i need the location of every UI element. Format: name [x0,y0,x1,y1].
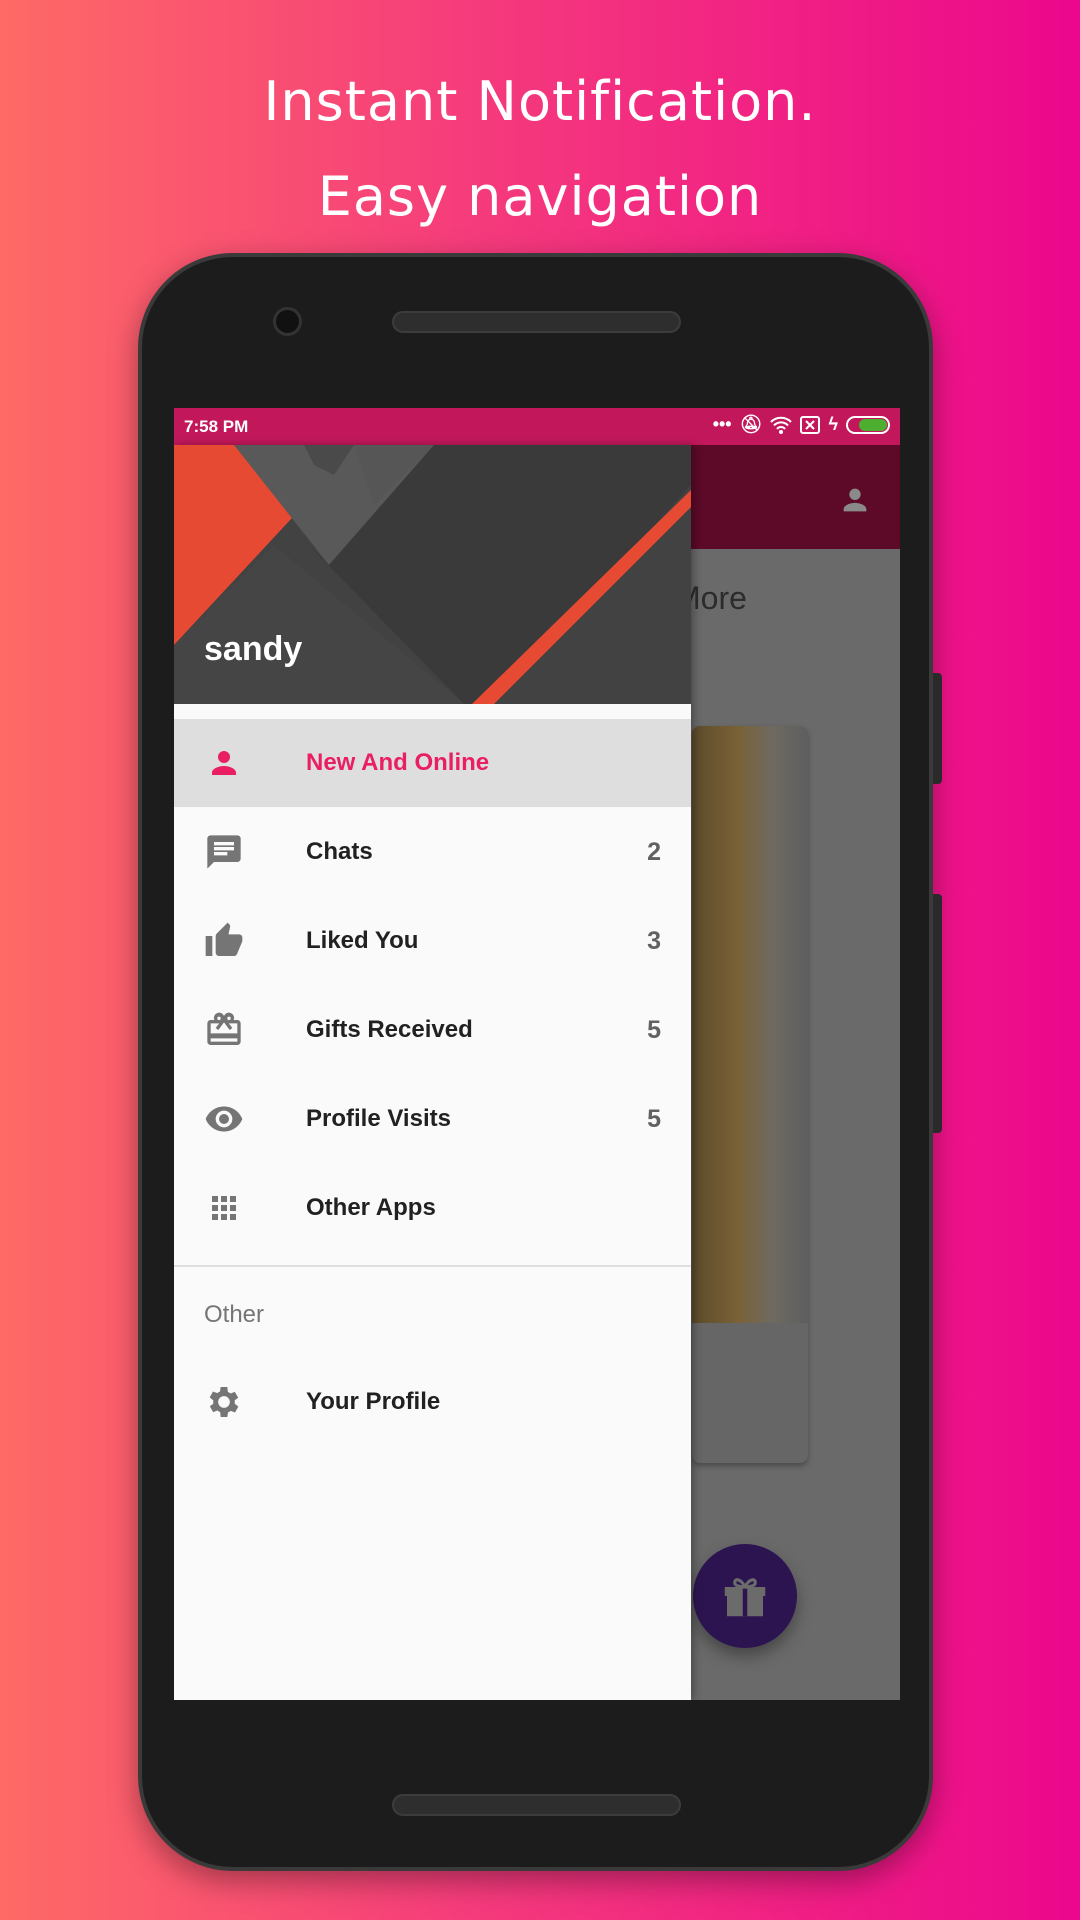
front-camera [273,307,302,336]
thumb-up-icon [204,921,244,961]
menu-item-label: Other Apps [306,1194,436,1221]
person-icon [204,743,244,783]
menu-item-new-and-online[interactable]: New And Online [174,719,691,807]
user-name: sandy [204,630,303,668]
menu-item-profile-visits[interactable]: Profile Visits 5 [174,1075,691,1163]
chat-icon [204,832,244,872]
top-speaker [392,311,681,333]
menu-item-chats[interactable]: Chats 2 [174,808,691,896]
more-dots-icon: ••• [712,414,732,434]
section-label-other: Other [204,1301,265,1328]
profile-photo [692,726,808,1323]
gear-icon [204,1382,244,1422]
gift-button[interactable] [693,1544,797,1648]
apps-grid-icon [204,1188,244,1228]
menu-item-count: 3 [647,926,661,955]
bottom-speaker [392,1794,681,1816]
navigation-drawer: sandy New And Online Chats 2 Liked You 3… [174,445,691,1700]
profile-icon[interactable] [838,483,872,517]
menu-item-gifts-received[interactable]: Gifts Received 5 [174,986,691,1074]
gift-card-icon [204,1010,244,1050]
wifi-icon [770,416,793,434]
menu-item-your-profile[interactable]: Your Profile [174,1358,691,1446]
menu-item-liked-you[interactable]: Liked You 3 [174,897,691,985]
headline-line-1: Instant Notification. [263,70,817,133]
power-button [933,673,942,784]
profile-card[interactable] [692,726,808,1463]
menu-item-count: 5 [647,1015,661,1044]
menu-item-label: Profile Visits [306,1105,451,1132]
status-bar: 7:58 PM ••• 🔕︎ ϟ [174,408,900,445]
phone-screen: 7:58 PM ••• 🔕︎ ϟ More sandy New And Onli… [174,408,900,1700]
bell-off-icon: 🔕︎ [739,414,763,434]
status-time: 7:58 PM [184,417,249,436]
battery-icon [846,415,890,434]
menu-item-label: Your Profile [306,1388,441,1415]
menu-item-label: Liked You [306,927,419,954]
menu-item-label: New And Online [306,749,490,776]
menu-item-label: Gifts Received [306,1016,473,1043]
menu-item-count: 2 [647,837,661,866]
menu-divider [174,1265,691,1267]
headline-line-2: Easy navigation [317,165,763,228]
gift-icon [724,1578,766,1617]
menu-item-count: 5 [647,1104,661,1133]
menu-item-other-apps[interactable]: Other Apps [174,1164,691,1252]
charging-icon: ϟ [828,414,838,434]
drawer-header: sandy [174,445,691,704]
volume-button [933,894,942,1133]
eye-icon [204,1099,244,1139]
menu-item-label: Chats [306,838,373,865]
sim-x-icon [800,415,821,434]
